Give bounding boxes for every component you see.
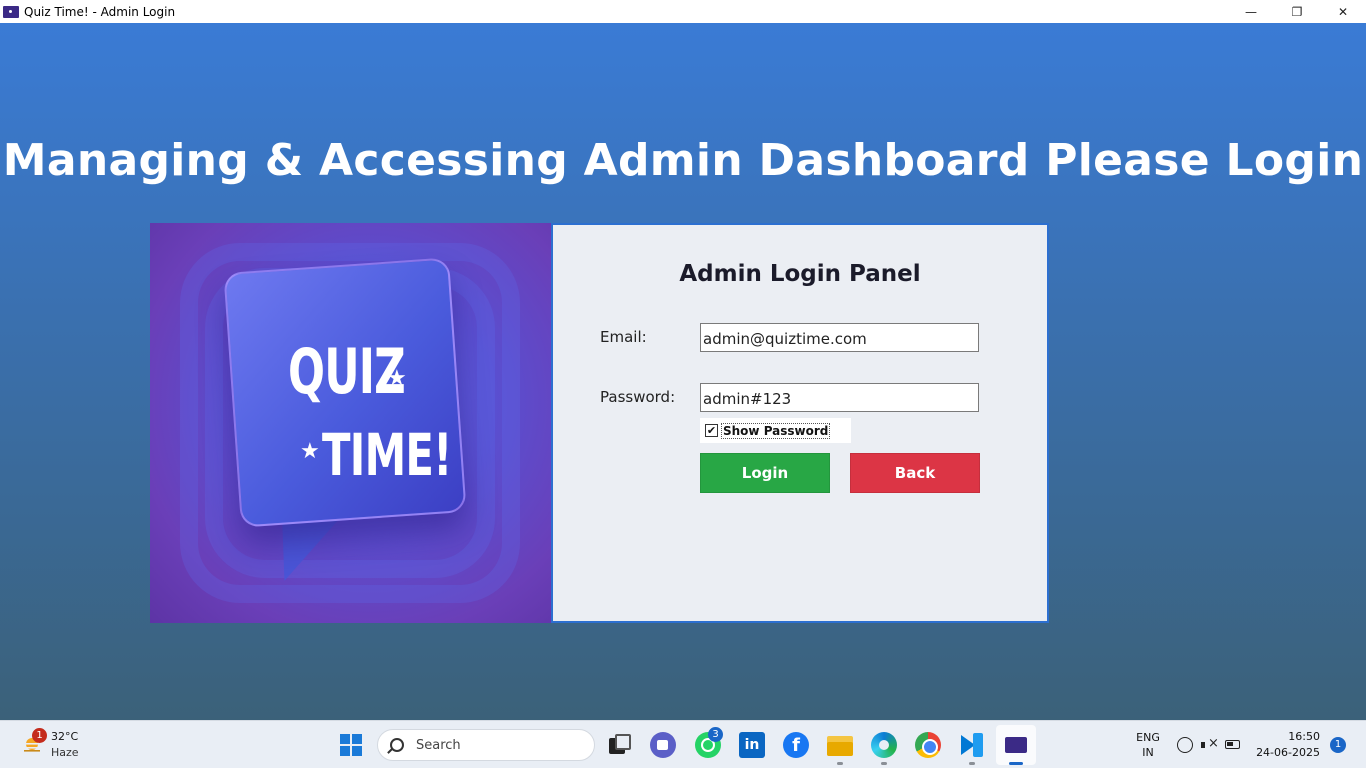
- app-client-area: Managing & Accessing Admin Dashboard Ple…: [0, 23, 1366, 720]
- star-icon: ★: [300, 439, 320, 464]
- window-controls: — ❐ ✕: [1228, 0, 1366, 23]
- network-globe-icon[interactable]: [1177, 737, 1193, 753]
- region-code: IN: [1142, 746, 1154, 759]
- login-button[interactable]: Login: [700, 453, 830, 493]
- show-password-toggle[interactable]: ✔ Show Password: [700, 418, 851, 443]
- email-field[interactable]: admin@quiztime.com: [700, 323, 979, 352]
- language-indicator[interactable]: ENG IN: [1135, 730, 1161, 760]
- page-headline: Managing & Accessing Admin Dashboard Ple…: [2, 135, 1364, 186]
- star-icon: ★: [387, 366, 407, 391]
- email-label: Email:: [600, 328, 647, 346]
- active-indicator: [1009, 762, 1023, 765]
- task-view-icon[interactable]: [607, 732, 633, 758]
- panel-title: Admin Login Panel: [679, 261, 921, 287]
- password-label: Password:: [600, 388, 676, 406]
- start-menu-icon[interactable]: [340, 734, 362, 756]
- language-code: ENG: [1136, 731, 1160, 744]
- clock-time: 16:50: [1288, 730, 1320, 743]
- facebook-icon[interactable]: f: [783, 732, 809, 758]
- taskbar-search-box[interactable]: Search: [377, 729, 595, 761]
- show-password-label[interactable]: Show Password: [721, 422, 831, 439]
- password-field[interactable]: admin#123: [700, 383, 979, 412]
- quiz-app-icon: [3, 5, 19, 18]
- running-indicator: [969, 762, 975, 765]
- back-button[interactable]: Back: [850, 453, 980, 493]
- search-placeholder: Search: [416, 737, 461, 753]
- weather-temperature: 32°C: [51, 730, 79, 743]
- weather-widget[interactable]: 1 32°C Haze: [18, 728, 98, 762]
- quiz-time-hero-image: QUIZ TIME! ★ ★: [150, 223, 551, 623]
- notification-badge[interactable]: 1: [1330, 737, 1346, 753]
- weather-alert-badge: 1: [32, 728, 47, 743]
- chrome-browser-icon[interactable]: [915, 732, 941, 758]
- running-indicator: [837, 762, 843, 765]
- admin-login-panel: Admin Login Panel Email: admin@quiztime.…: [551, 223, 1049, 623]
- quiz-time-app-icon[interactable]: [1003, 732, 1029, 758]
- search-icon: [390, 738, 404, 752]
- show-password-checkbox[interactable]: ✔: [705, 424, 718, 437]
- clock-date: 24-06-2025: [1256, 746, 1320, 759]
- maximize-button[interactable]: ❐: [1274, 0, 1320, 23]
- hero-time-text: TIME!: [322, 421, 452, 489]
- file-explorer-icon[interactable]: [827, 732, 853, 758]
- battery-icon[interactable]: [1225, 740, 1240, 749]
- system-clock[interactable]: 16:50 24-06-2025: [1250, 729, 1320, 761]
- meet-icon[interactable]: [650, 732, 676, 758]
- running-indicator: [881, 762, 887, 765]
- edge-browser-icon[interactable]: [871, 732, 897, 758]
- speaker-muted-icon[interactable]: [1200, 736, 1219, 753]
- window-title-bar: Quiz Time! - Admin Login — ❐ ✕: [0, 0, 1366, 23]
- taskbar: 1 32°C Haze Search 3 in f ENG IN 16:50 2…: [0, 720, 1366, 768]
- whatsapp-badge: 3: [708, 727, 723, 742]
- weather-condition: Haze: [51, 746, 79, 759]
- close-button[interactable]: ✕: [1320, 0, 1366, 23]
- linkedin-icon[interactable]: in: [739, 732, 765, 758]
- vscode-icon[interactable]: [959, 732, 985, 758]
- minimize-button[interactable]: —: [1228, 0, 1274, 23]
- window-title: Quiz Time! - Admin Login: [24, 4, 176, 19]
